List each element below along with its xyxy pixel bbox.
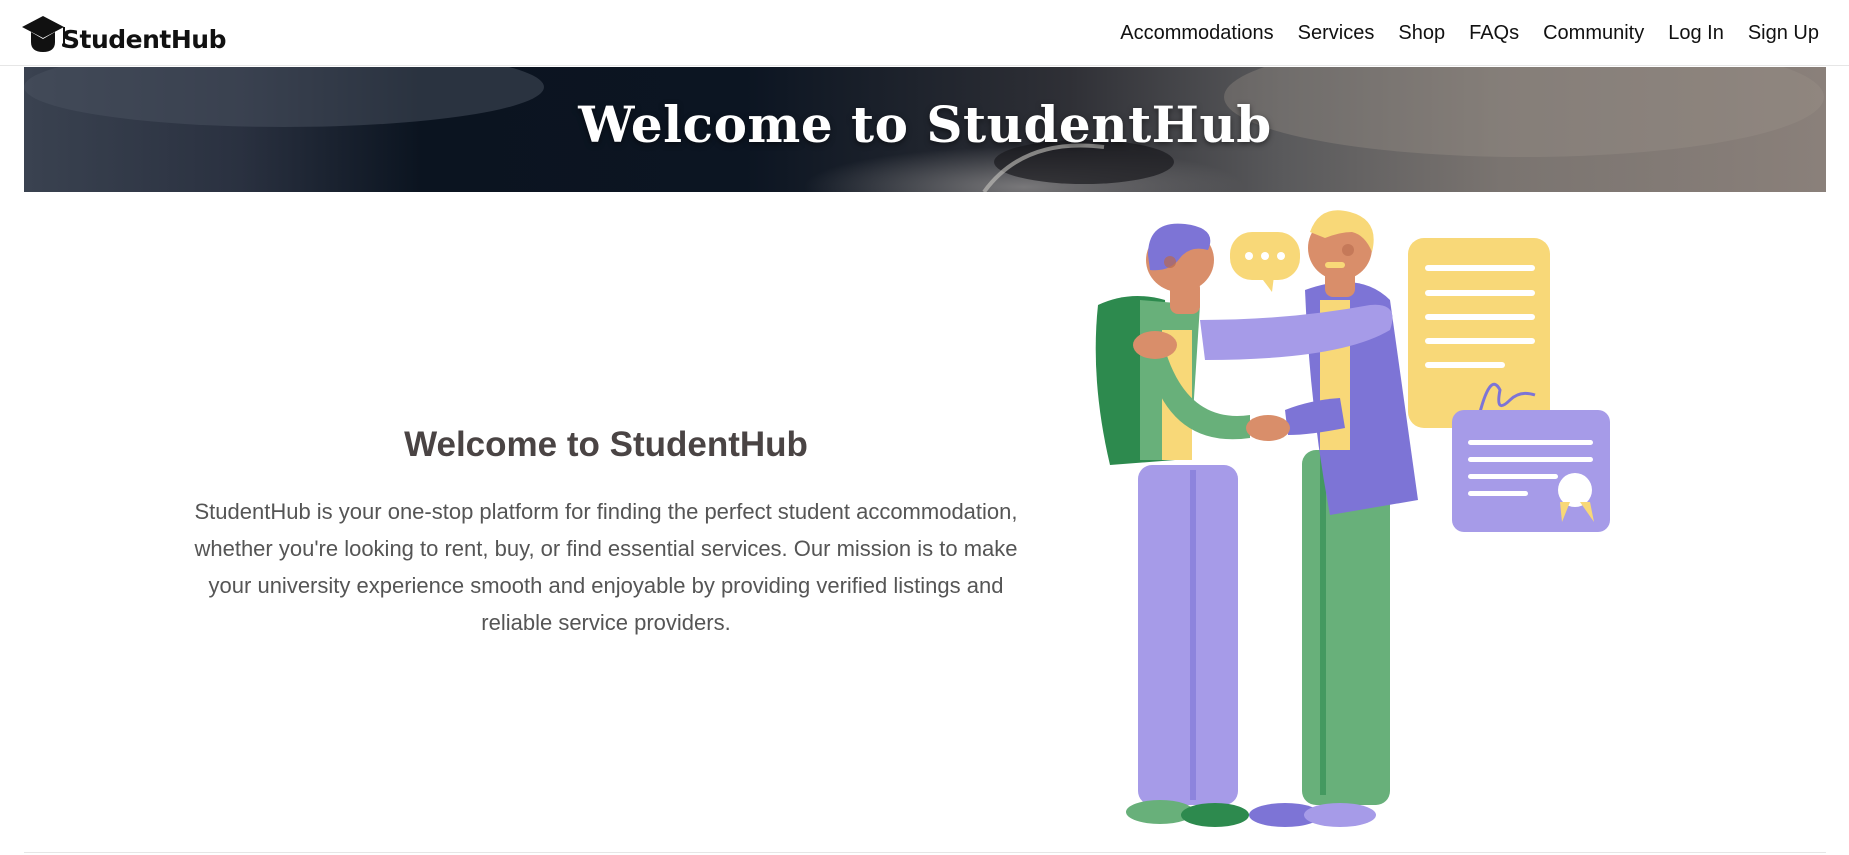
nav-community[interactable]: Community: [1531, 20, 1656, 46]
hero-title: Welcome to StudentHub: [578, 95, 1272, 154]
nav-faqs[interactable]: FAQs: [1457, 20, 1531, 46]
section-divider: [24, 852, 1826, 853]
brand-name: StudentHub: [62, 25, 226, 54]
document-icon: [1408, 238, 1550, 428]
speech-bubble-icon: [1230, 232, 1300, 292]
person-left: [1095, 223, 1250, 827]
hero-banner: Welcome to StudentHub: [24, 67, 1826, 192]
nav-services[interactable]: Services: [1286, 20, 1387, 46]
nav-shop[interactable]: Shop: [1386, 20, 1457, 46]
graduation-cap-icon: [22, 16, 66, 52]
nav-links: Accommodations Services Shop FAQs Commun…: [1108, 20, 1831, 46]
nav-signup[interactable]: Sign Up: [1736, 20, 1831, 46]
nav-accommodations[interactable]: Accommodations: [1108, 20, 1285, 46]
navbar: StudentHub Accommodations Services Shop …: [0, 0, 1849, 66]
intro-section: Welcome to StudentHub StudentHub is your…: [190, 425, 1022, 641]
logo-link[interactable]: StudentHub: [20, 12, 226, 56]
intro-heading: Welcome to StudentHub: [404, 425, 808, 464]
intro-paragraph: StudentHub is your one-stop platform for…: [194, 499, 1018, 635]
nav-login[interactable]: Log In: [1656, 20, 1736, 46]
handshake-illustration: [1095, 210, 1610, 827]
certificate-icon: [1452, 410, 1610, 532]
